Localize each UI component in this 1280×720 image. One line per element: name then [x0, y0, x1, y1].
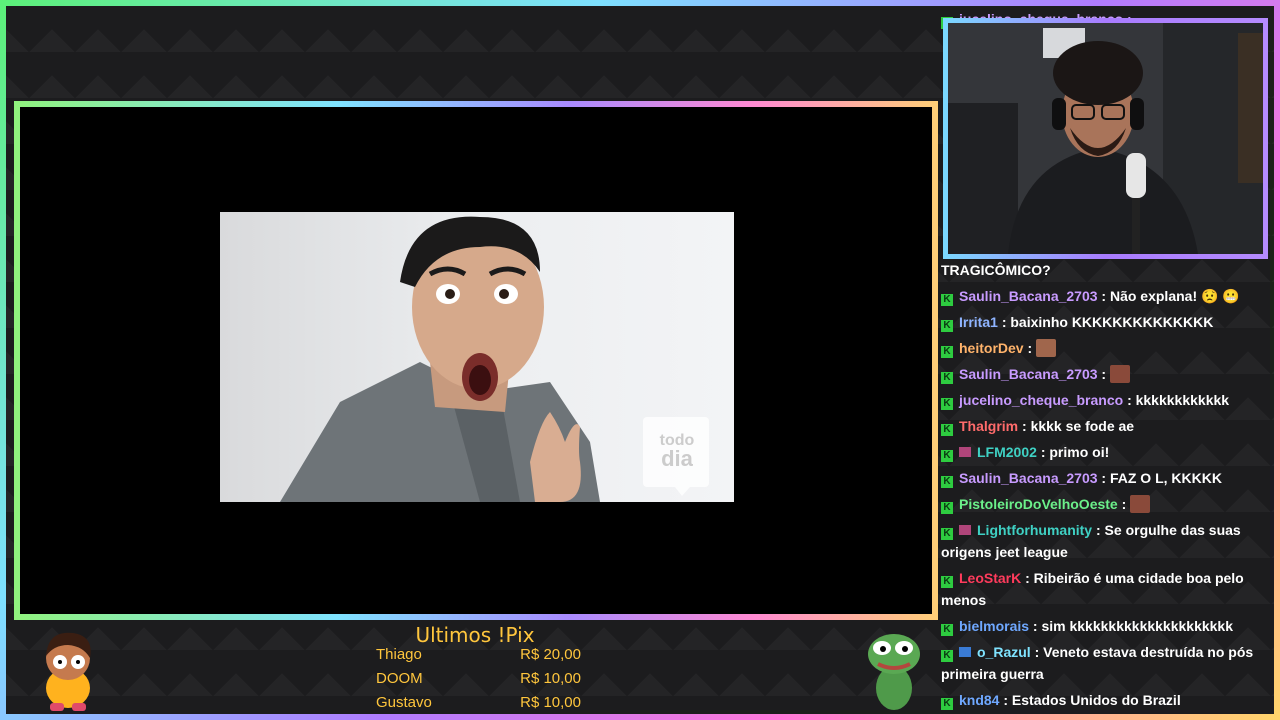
- chat-username[interactable]: Thalgrim: [959, 418, 1018, 434]
- video-clip: todo dia: [220, 212, 734, 502]
- chat-username[interactable]: LeoStarK: [959, 570, 1021, 586]
- chat-badge-icon: K: [941, 698, 953, 710]
- chat-message: K Saulin_Bacana_2703 : FAZ O L, KKKKK: [941, 467, 1271, 489]
- chat-text: : Estados Unidos do Brazil: [1003, 692, 1181, 708]
- chat-username[interactable]: Saulin_Bacana_2703: [959, 470, 1098, 486]
- chat-username[interactable]: Saulin_Bacana_2703: [959, 366, 1098, 382]
- chat-text: : sim kkkkkkkkkkkkkkkkkkkkk: [1032, 618, 1233, 634]
- chat-text: : kkkkkkkkkkkk: [1127, 392, 1230, 408]
- chat-username[interactable]: bielmorais: [959, 618, 1029, 634]
- chat-text: :: [1027, 340, 1033, 356]
- chat-subscriber-badge-icon: [959, 525, 971, 535]
- chat-message: KheitorDev :: [941, 337, 1271, 359]
- pix-donation-value: R$ 10,00: [520, 694, 581, 711]
- chat-badge-icon: K: [941, 294, 953, 306]
- chat-username[interactable]: knd84: [959, 692, 999, 708]
- pix-donor-name: DOOM: [376, 670, 423, 687]
- chat-emote-icon: [1110, 365, 1131, 383]
- cartoon-character-icon: [46, 632, 91, 711]
- chat-subscriber-badge-icon: [959, 447, 971, 457]
- chat-message: K LFM2002 : primo oi!: [941, 441, 1271, 463]
- video-frame: todo dia: [14, 101, 938, 620]
- chat-username[interactable]: LFM2002: [977, 444, 1037, 460]
- chat-badge-icon: K: [941, 372, 953, 384]
- chat-message: Kbielmorais : sim kkkkkkkkkkkkkkkkkkkkk: [941, 615, 1271, 637]
- chat-message: Ko_Razul : Veneto estava destruída no pó…: [941, 641, 1271, 685]
- chat-message: K PistoleiroDoVelhoOeste :: [941, 493, 1271, 515]
- pix-donation-value: R$ 10,00: [520, 670, 581, 687]
- chat-text: : baixinho KKKKKKKKKKKKKK: [1001, 314, 1214, 330]
- chat-emote-icon: [1130, 495, 1151, 513]
- chat-subscriber-badge-icon: [959, 647, 971, 657]
- chat-message: K Lightforhumanity : Se orgulhe das suas …: [941, 519, 1271, 563]
- chat-message: K Thalgrim : kkkk se fode ae: [941, 415, 1271, 437]
- chat-badge-icon: K: [941, 528, 953, 540]
- pix-donor-name: Gustavo: [376, 694, 432, 711]
- chat-message: Kjucelino_cheque_branco : kkkkkkkkkkkk: [941, 389, 1271, 411]
- chat-text: : Não explana! 😟 😬: [1101, 288, 1240, 304]
- chat-text: : FAZ O L, KKKKK: [1101, 470, 1222, 486]
- pix-donor-name: Thiago: [376, 646, 422, 663]
- chat-badge-icon: K: [941, 476, 953, 488]
- chat-cut-line: TRAGICÔMICO?: [941, 262, 1051, 278]
- pepe-frog-icon: [868, 634, 920, 710]
- pix-donation-value: R$ 20,00: [520, 646, 581, 663]
- pix-title: Ultimos !Pix: [415, 623, 535, 647]
- chat-badge-icon: K: [941, 502, 953, 514]
- chat-username[interactable]: o_Razul: [977, 644, 1031, 660]
- chat-username[interactable]: Saulin_Bacana_2703: [959, 288, 1098, 304]
- video-player[interactable]: todo dia: [20, 107, 932, 614]
- chat-badge-icon: K: [941, 576, 953, 588]
- chat-message: K Irrita1 : baixinho KKKKKKKKKKKKKK: [941, 311, 1271, 333]
- chat-emote-icon: [1036, 339, 1057, 357]
- chat-username[interactable]: PistoleiroDoVelhoOeste: [959, 496, 1118, 512]
- chat-text: :: [1101, 366, 1107, 382]
- chat-username[interactable]: Lightforhumanity: [977, 522, 1092, 538]
- chat-badge-icon: K: [941, 450, 953, 462]
- chat-badge-icon: K: [941, 320, 953, 332]
- webcam-frame: [943, 18, 1268, 259]
- chat-message: Kknd84 : Estados Unidos do Brazil: [941, 689, 1271, 711]
- chat-badge-icon: K: [941, 424, 953, 436]
- chat-username[interactable]: Irrita1: [959, 314, 998, 330]
- chat-badge-icon: K: [941, 398, 953, 410]
- chat-message: K Saulin_Bacana_2703 : Não explana! 😟 😬: [941, 285, 1271, 307]
- chat-badge-icon: K: [941, 650, 953, 662]
- chat-text: : kkkk se fode ae: [1022, 418, 1135, 434]
- chat-badge-icon: K: [941, 624, 953, 636]
- watermark-line2: dia: [661, 446, 693, 471]
- streamer-webcam-image: [948, 23, 1263, 254]
- watermark-logo: todo dia: [644, 433, 710, 471]
- chat-text: : primo oi!: [1040, 444, 1110, 460]
- chat-text: :: [1121, 496, 1127, 512]
- chat-message: K Saulin_Bacana_2703 :: [941, 363, 1271, 385]
- chat-badge-icon: K: [941, 346, 953, 358]
- chat-username[interactable]: heitorDev: [959, 340, 1024, 356]
- chat-username[interactable]: jucelino_cheque_branco: [959, 392, 1123, 408]
- chat-message: K LeoStarK : Ribeirão é uma cidade boa pe…: [941, 567, 1271, 611]
- webcam-feed: [948, 23, 1263, 254]
